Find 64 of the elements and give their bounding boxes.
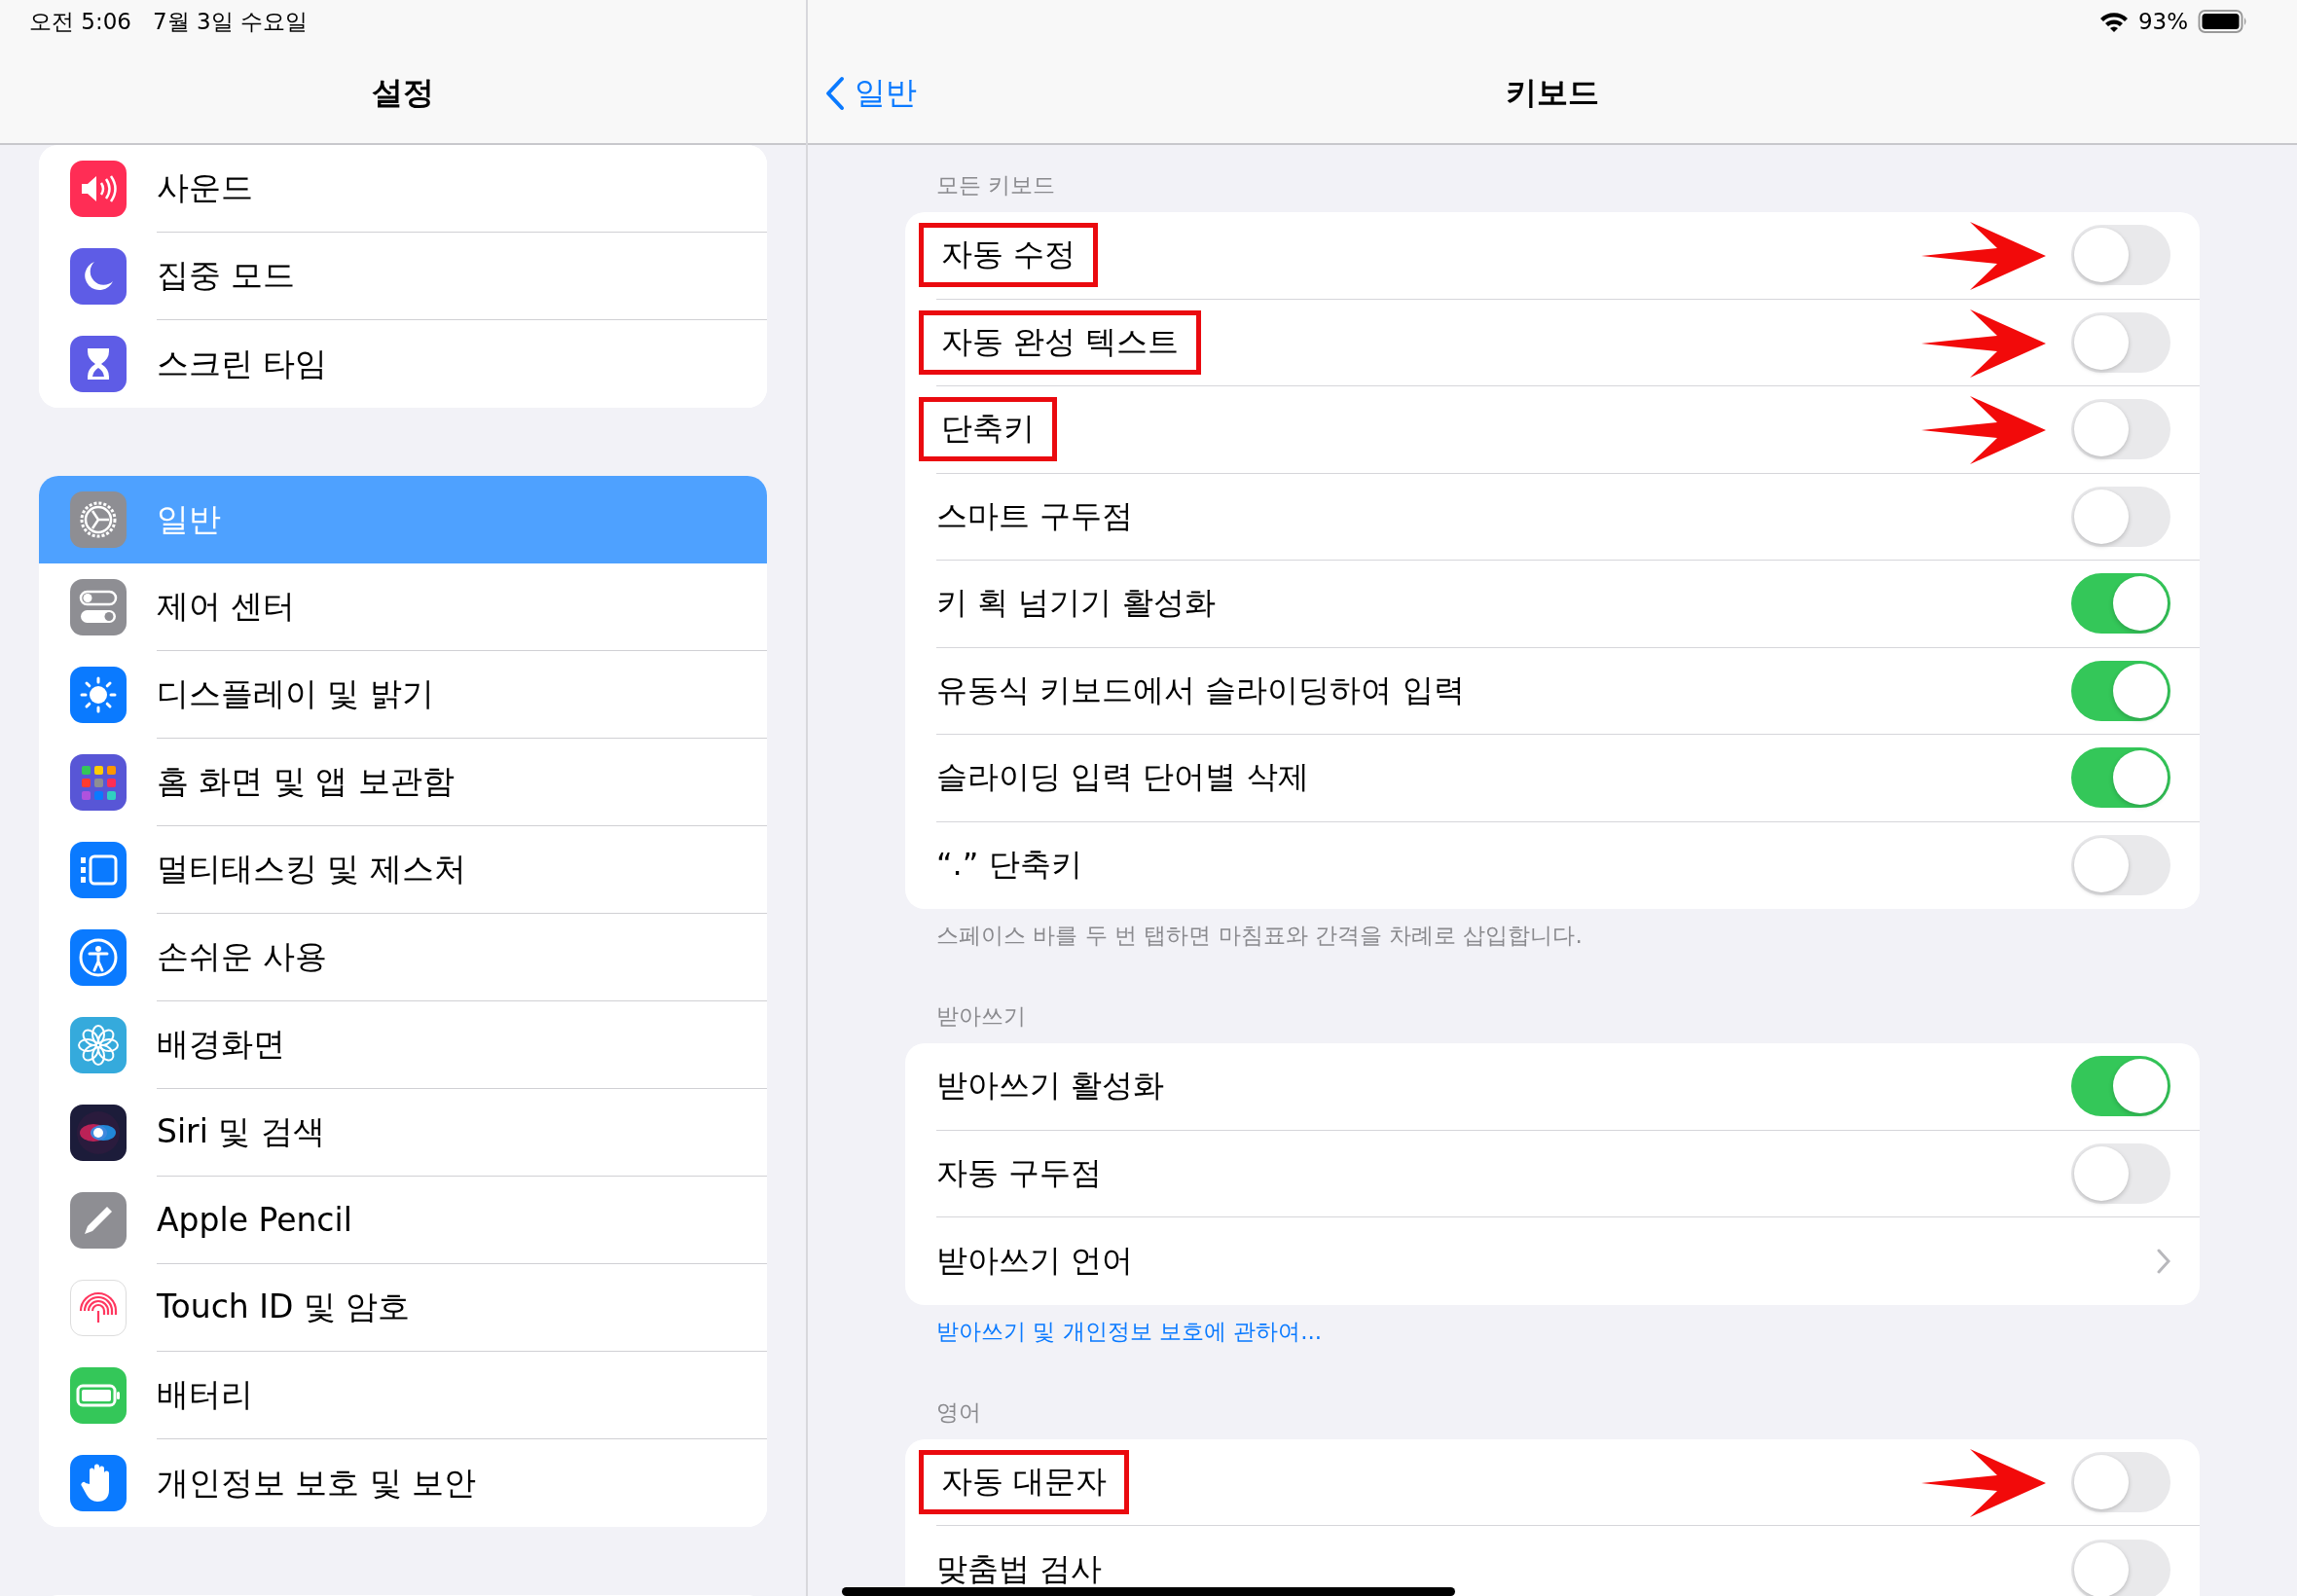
chevron-left-icon xyxy=(825,75,845,111)
toggle-switch[interactable] xyxy=(2071,1539,2170,1596)
hourglass-icon xyxy=(86,346,111,381)
setting-label: 받아쓰기 언어 xyxy=(936,1240,1134,1281)
toggle-switch[interactable] xyxy=(2071,311,2170,373)
sidebar-label: 홈 화면 및 앱 보관함 xyxy=(157,761,455,802)
battery-icon xyxy=(76,1383,121,1408)
sidebar-label: 스크린 타임 xyxy=(157,343,328,384)
sidebar-label: Siri 및 검색 xyxy=(157,1111,325,1152)
accessibility-icon xyxy=(78,937,119,978)
privacy-link[interactable]: 받아쓰기 및 개인정보 보호에 관하여... xyxy=(905,1304,2200,1372)
switches-icon xyxy=(79,589,118,626)
toggle-switch[interactable] xyxy=(2071,1056,2170,1117)
section-header: 모든 키보드 xyxy=(935,171,1057,200)
toggle-switch[interactable] xyxy=(2071,486,2170,547)
sidebar-label: Apple Pencil xyxy=(157,1201,352,1239)
setting-label: 단축키 xyxy=(919,397,1057,462)
sidebar-label: 디스플레이 및 밝기 xyxy=(157,673,434,714)
section-header: 받아쓰기 xyxy=(935,1002,1027,1031)
multitasking-icon xyxy=(79,853,118,887)
speaker-icon xyxy=(79,173,118,204)
toggle-switch[interactable] xyxy=(2071,573,2170,635)
setting-label: 키 획 넘기기 활성화 xyxy=(936,583,1216,624)
setting-label: “.” 단축키 xyxy=(936,845,1082,886)
section-footer: 스페이스 바를 두 번 탭하면 마침표와 간격을 차례로 삽입합니다. xyxy=(905,909,2200,976)
toggle-switch[interactable] xyxy=(2071,660,2170,721)
battery-percent: 93% xyxy=(2137,9,2188,34)
sidebar-label: 개인정보 보호 및 보안 xyxy=(157,1462,477,1504)
setting-label: 자동 수정 xyxy=(919,223,1099,288)
setting-label: 자동 완성 텍스트 xyxy=(919,309,1202,375)
toggle-switch[interactable] xyxy=(2071,1143,2170,1204)
toggle-switch[interactable] xyxy=(2071,747,2170,809)
back-link[interactable]: 일반 xyxy=(825,71,917,115)
setting-label: 스마트 구두점 xyxy=(936,495,1134,536)
chevron-right-icon xyxy=(2157,1248,2170,1274)
setting-label: 자동 구두점 xyxy=(936,1152,1103,1193)
setting-label: 받아쓰기 활성화 xyxy=(936,1066,1165,1106)
sidebar-label: 멀티태스킹 및 제스처 xyxy=(157,849,466,889)
flower-icon xyxy=(77,1024,120,1067)
page-title: 키보드 xyxy=(1506,72,1599,113)
section-header: 영어 xyxy=(935,1397,982,1427)
setting-label: 슬라이딩 입력 단어별 삭제 xyxy=(936,757,1309,798)
status-date: 7월 3일 수요일 xyxy=(152,7,308,36)
orb-icon xyxy=(74,1108,123,1157)
sidebar-title: 설정 xyxy=(372,72,434,113)
setting-label: 유동식 키보드에서 슬라이딩하여 입력 xyxy=(936,670,1465,710)
toggle-switch[interactable] xyxy=(2071,1451,2170,1512)
toggle-switch[interactable] xyxy=(2071,399,2170,460)
app-grid-icon xyxy=(80,764,117,801)
toggle-switch[interactable] xyxy=(2071,225,2170,286)
toggle-switch[interactable] xyxy=(2071,835,2170,896)
sidebar-label: 손쉬운 사용 xyxy=(157,936,328,977)
sidebar-label: 일반 xyxy=(157,498,221,540)
setting-label: 자동 대문자 xyxy=(919,1449,1130,1514)
sidebar-label: 사운드 xyxy=(157,167,253,208)
sidebar-label: 배경화면 xyxy=(157,1024,285,1065)
sidebar-label: 배터리 xyxy=(157,1374,253,1415)
battery-icon xyxy=(2198,9,2248,34)
sidebar-label: Touch ID 및 암호 xyxy=(157,1287,411,1327)
sidebar-label: 제어 센터 xyxy=(157,586,296,627)
setting-label: 맞춤법 검사 xyxy=(936,1548,1103,1589)
status-time: 오전 5:06 xyxy=(29,7,131,36)
wifi-icon xyxy=(2098,11,2129,32)
sidebar-label: 집중 모드 xyxy=(157,255,296,296)
